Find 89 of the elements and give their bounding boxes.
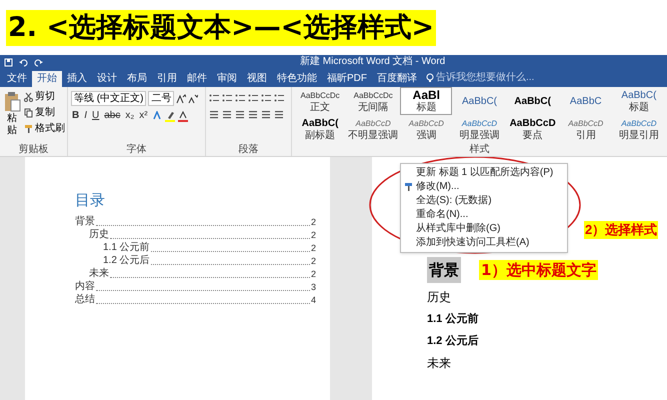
bullet-list-icon[interactable] <box>209 93 219 103</box>
tell-me-field[interactable]: 告诉我您想要做什么... <box>436 70 546 85</box>
menu-item[interactable]: 添加到快速访问工具栏(A) <box>401 236 567 250</box>
style-option[interactable]: AaBbCcD 不明显强调 <box>347 116 400 144</box>
style-option[interactable]: AaBbC( 标题 <box>612 87 665 115</box>
ribbon-tab[interactable]: 百度翻译 <box>372 71 422 87</box>
style-option[interactable]: AaBbCcDc 正文 <box>294 87 346 115</box>
window-title: 新建 Microsoft Word 文档 - Word <box>300 55 446 69</box>
ribbon-tab[interactable]: 审阅 <box>212 71 242 87</box>
menu-item[interactable]: 从样式库中删除(G) <box>401 222 567 236</box>
brush-icon <box>404 182 413 192</box>
document-paragraph: 1.2 公元后 <box>427 334 478 349</box>
toc-entry[interactable]: 总结 <box>75 294 95 306</box>
banner-title: 2. <选择标题文本>—<选择样式> <box>6 10 436 46</box>
clipboard-button[interactable]: 复制 <box>24 105 65 121</box>
document-paragraph: 背景 <box>427 257 461 283</box>
style-option[interactable]: AaBbCcD 引用 <box>560 116 612 144</box>
format-button[interactable]: x² <box>138 110 149 122</box>
style-option[interactable]: AaBbCcD 明显强调 <box>453 116 506 144</box>
paste-button[interactable]: 粘贴 <box>3 87 24 144</box>
toc-title: 目录 <box>75 191 106 211</box>
style-option[interactable]: AaBbC( <box>506 87 559 115</box>
group-label: 段落 <box>238 144 260 156</box>
undo-icon[interactable] <box>19 58 29 66</box>
clipboard-button[interactable]: 剪切 <box>24 89 65 105</box>
toc-entry[interactable]: 未来 <box>89 268 109 280</box>
ribbon-tab[interactable]: 文件 <box>2 71 32 87</box>
group-label: 剪贴板 <box>18 144 50 156</box>
page-number: 3 <box>310 281 316 293</box>
format-button[interactable]: I <box>83 110 88 122</box>
ribbon-tab[interactable]: 邮件 <box>182 71 212 87</box>
highlighter-icon[interactable] <box>164 110 175 122</box>
annotation-label: 1）选中标题文字 <box>479 260 598 280</box>
font-color-icon[interactable] <box>178 110 188 122</box>
redo-icon[interactable] <box>33 58 43 66</box>
grow-font-icon[interactable] <box>176 94 186 104</box>
shrink-font-icon[interactable] <box>188 94 198 104</box>
annotation-label: 2）选择样式 <box>584 221 658 239</box>
toc-entry[interactable]: 1.2 公元后 <box>103 255 150 267</box>
style-option[interactable]: AaBl 标题 <box>400 87 452 115</box>
document-paragraph: 未来 <box>427 355 451 371</box>
ribbon-tab[interactable]: 特色功能 <box>272 71 322 87</box>
ribbon-tab[interactable]: 视图 <box>242 71 272 87</box>
document-paragraph: 历史 <box>427 289 451 305</box>
format-button[interactable]: B <box>71 110 80 122</box>
lightbulb-icon <box>426 72 434 82</box>
text-effects-icon[interactable] <box>152 110 162 122</box>
brush-icon <box>24 124 33 134</box>
ribbon-tab[interactable]: 布局 <box>122 71 152 87</box>
page-number: 2 <box>310 268 316 280</box>
page-number: 2 <box>310 229 316 241</box>
save-icon[interactable] <box>4 58 13 66</box>
ribbon-tab[interactable]: 设计 <box>92 71 122 87</box>
style-option[interactable]: AaBbCcD 明显引用 <box>612 116 665 144</box>
style-option[interactable]: AaBbC( <box>453 87 506 115</box>
toc-entry[interactable]: 历史 <box>89 229 109 241</box>
toc-entry[interactable]: 1.1 公元前 <box>103 242 150 254</box>
clipboard-icon <box>3 91 21 113</box>
font-size-field[interactable]: 二号 <box>148 91 174 106</box>
style-option[interactable]: AaBbC <box>560 87 612 115</box>
menu-item[interactable]: 全选(S): (无数据) <box>401 194 567 208</box>
page-number: 4 <box>310 294 316 306</box>
style-option[interactable]: AaBbCcD 强调 <box>400 116 452 144</box>
format-button[interactable]: U <box>91 110 100 122</box>
copy-icon <box>24 108 33 118</box>
menu-item[interactable]: 更新 标题 1 以匹配所选内容(P) <box>401 166 567 180</box>
format-button[interactable]: abc <box>103 110 122 122</box>
font-name-field[interactable]: 等线 (中文正文) <box>71 91 146 106</box>
toc-entry[interactable]: 背景 <box>75 216 95 228</box>
align-left-icon[interactable] <box>209 109 219 119</box>
style-option[interactable]: AaBbCcD 要点 <box>506 116 559 144</box>
style-option[interactable]: AaBbC( 副标题 <box>294 116 346 144</box>
page-number: 2 <box>310 216 316 228</box>
menu-item[interactable]: 重命名(N)... <box>401 208 567 222</box>
page-number: 2 <box>310 242 316 254</box>
toc-entry[interactable]: 内容 <box>75 281 95 293</box>
ribbon-tab[interactable]: 引用 <box>152 71 182 87</box>
group-label: 样式 <box>468 144 490 156</box>
page-number: 2 <box>310 255 316 267</box>
format-button[interactable]: x₂ <box>124 110 136 122</box>
scissors-icon <box>24 92 33 102</box>
clipboard-button[interactable]: 格式刷 <box>24 121 65 137</box>
ribbon-tab[interactable]: 插入 <box>62 71 92 87</box>
document-paragraph: 1.1 公元前 <box>427 312 478 327</box>
ribbon-tab[interactable]: 开始 <box>32 71 62 87</box>
ribbon-tab[interactable]: 福昕PDF <box>322 71 372 87</box>
menu-item[interactable]: 修改(M)... <box>401 180 567 194</box>
group-label: 字体 <box>126 144 148 156</box>
style-option[interactable]: AaBbCcDc 无间隔 <box>347 87 400 115</box>
